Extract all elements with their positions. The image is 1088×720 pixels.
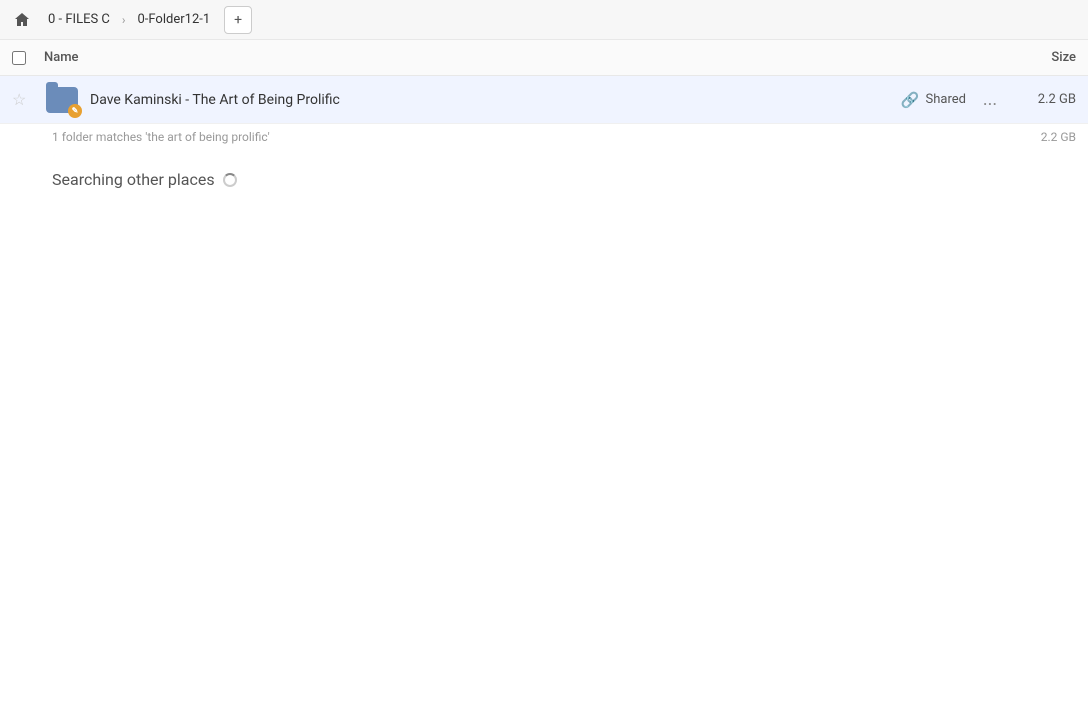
shared-area: 🔗 Shared (901, 91, 966, 109)
file-row[interactable]: ☆ ✎ Dave Kaminski - The Art of Being Pro… (0, 76, 1088, 124)
searching-spinner (223, 173, 237, 187)
star-icon[interactable]: ☆ (12, 90, 36, 109)
searching-label: Searching other places (52, 170, 215, 189)
subtitle-row: 1 folder matches 'the art of being proli… (0, 124, 1088, 150)
file-name: Dave Kaminski - The Art of Being Prolifi… (90, 92, 901, 108)
matches-text: 1 folder matches 'the art of being proli… (52, 130, 270, 144)
searching-section: Searching other places (0, 150, 1088, 209)
breadcrumb-label-folder12: 0-Folder12-1 (137, 12, 210, 27)
breadcrumb-bar: 0 - FILES C › 0-Folder12-1 + (0, 0, 1088, 40)
breadcrumb-label-files-c: 0 - FILES C (48, 12, 110, 27)
column-header: Name Size (0, 40, 1088, 76)
header-checkbox-col (12, 51, 44, 65)
breadcrumb-add-button[interactable]: + (224, 6, 252, 34)
more-options-button[interactable]: ... (974, 89, 1006, 110)
searching-title: Searching other places (52, 170, 1036, 189)
file-size: 2.2 GB (1006, 92, 1076, 107)
select-all-checkbox[interactable] (12, 51, 26, 65)
ellipsis-icon: ... (983, 89, 997, 110)
breadcrumb-separator: › (122, 13, 126, 27)
breadcrumb-item-files-c[interactable]: 0 - FILES C (40, 8, 118, 31)
plus-icon: + (234, 12, 242, 28)
size-column-header: Size (996, 50, 1076, 65)
share-icon: 🔗 (901, 91, 920, 109)
file-checkbox-col: ☆ (12, 90, 44, 109)
shared-label: Shared (926, 92, 966, 107)
folder-badge: ✎ (68, 104, 82, 118)
name-column-header: Name (44, 50, 996, 65)
subtitle-size: 2.2 GB (1041, 130, 1076, 144)
home-button[interactable] (8, 6, 36, 34)
folder-icon: ✎ (44, 82, 80, 118)
breadcrumb-item-folder12[interactable]: 0-Folder12-1 (129, 8, 218, 31)
